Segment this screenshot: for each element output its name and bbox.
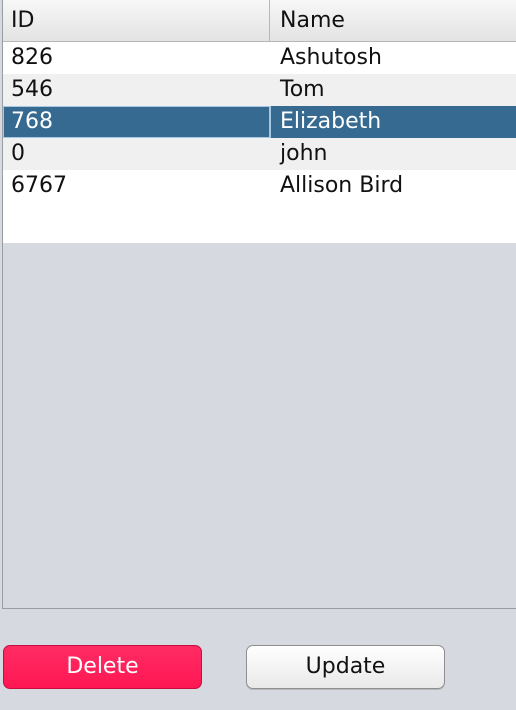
name-cell[interactable]: john [270, 138, 516, 170]
records-table: ID Name 826 Ashutosh 546 Tom 768 Elizabe… [2, 0, 516, 609]
delete-button[interactable]: Delete [3, 645, 202, 689]
table-row[interactable]: 0 john [3, 138, 516, 170]
update-button[interactable]: Update [246, 645, 445, 689]
name-cell[interactable]: Tom [270, 74, 516, 106]
id-cell[interactable]: 0 [3, 138, 270, 170]
table-row[interactable]: 826 Ashutosh [3, 42, 516, 74]
name-cell[interactable]: Allison Bird [270, 170, 516, 202]
selected-table-row[interactable]: 768 Elizabeth [3, 106, 516, 138]
id-cell[interactable]: 826 [3, 42, 270, 74]
id-cell[interactable]: 768 [3, 106, 270, 138]
column-header-name[interactable]: Name [270, 0, 516, 41]
table-row[interactable]: 6767 Allison Bird [3, 170, 516, 202]
id-cell[interactable]: 546 [3, 74, 270, 106]
table-header: ID Name [3, 0, 516, 42]
id-cell[interactable]: 6767 [3, 170, 270, 202]
records-window: ID Name 826 Ashutosh 546 Tom 768 Elizabe… [0, 0, 516, 710]
name-cell[interactable]: Elizabeth [270, 106, 516, 138]
column-header-id[interactable]: ID [3, 0, 270, 41]
table-body: 826 Ashutosh 546 Tom 768 Elizabeth 0 joh… [3, 42, 516, 243]
name-cell[interactable]: Ashutosh [270, 42, 516, 74]
table-row[interactable]: 546 Tom [3, 74, 516, 106]
